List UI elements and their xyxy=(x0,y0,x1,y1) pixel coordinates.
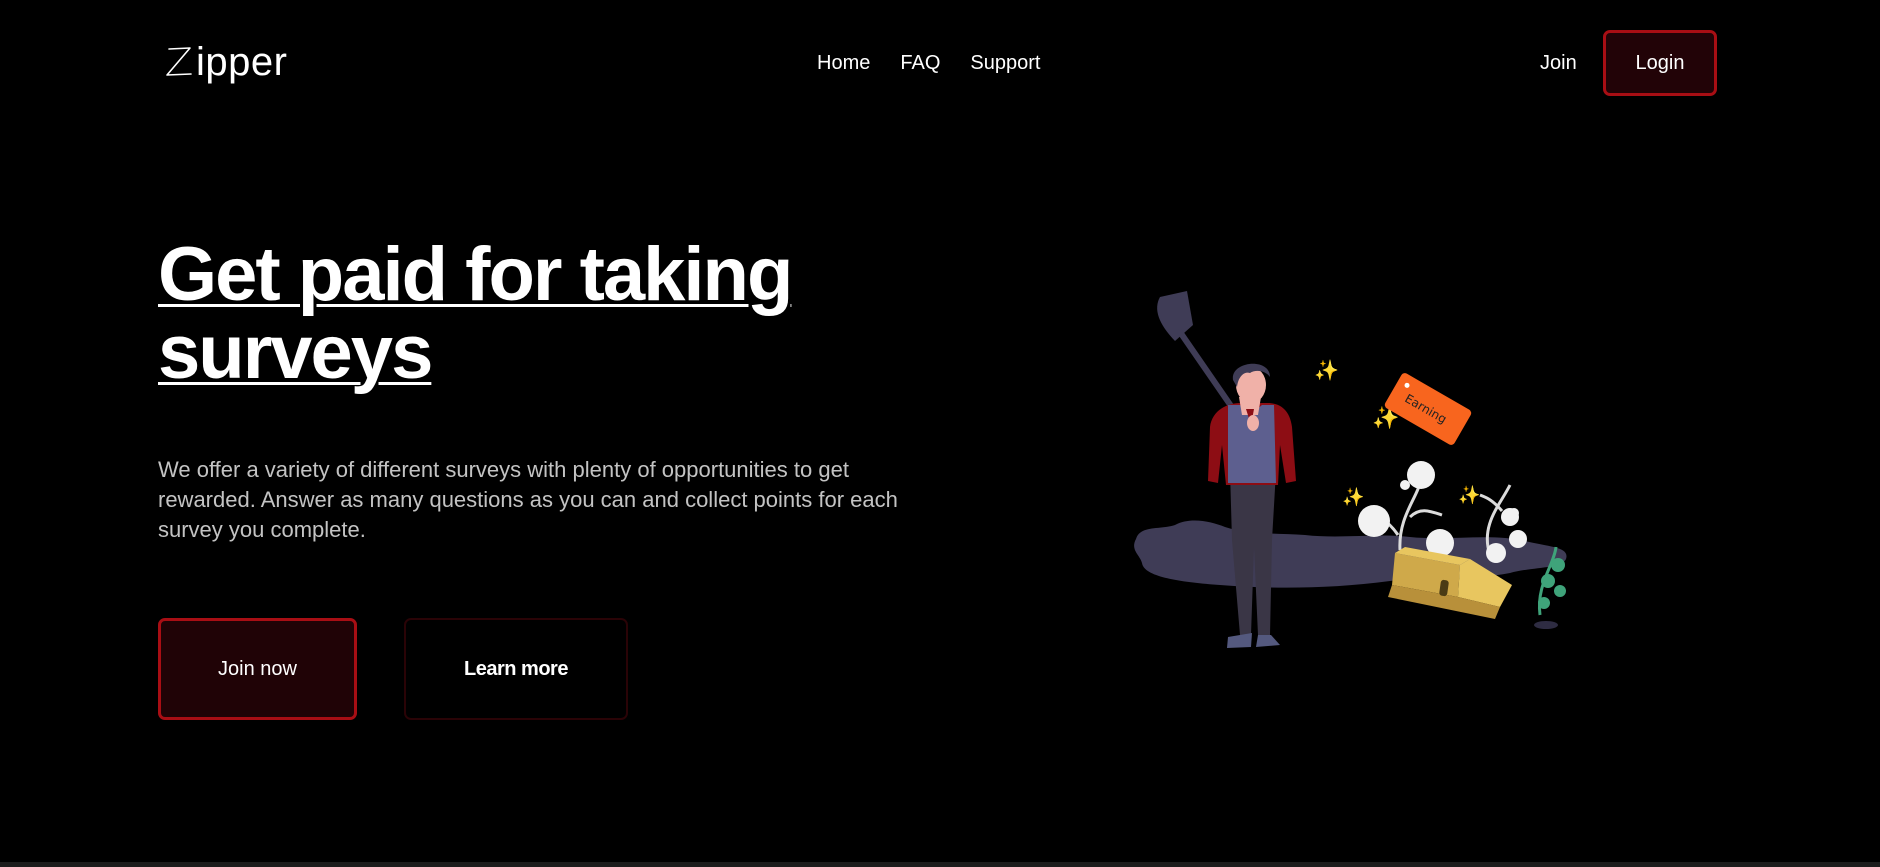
svg-text:✨: ✨ xyxy=(1458,485,1480,506)
nav-home[interactable]: Home xyxy=(817,52,870,75)
nav-support[interactable]: Support xyxy=(970,52,1040,75)
login-button[interactable]: Login xyxy=(1603,30,1717,96)
join-now-button[interactable]: Join now xyxy=(158,618,357,720)
bottom-divider xyxy=(0,862,1880,867)
nav-faq[interactable]: FAQ xyxy=(900,52,940,75)
join-link[interactable]: Join xyxy=(1540,52,1577,75)
hero-description: We offer a variety of different surveys … xyxy=(158,457,898,542)
logo-text: ipper xyxy=(196,40,288,84)
hero-title: Get paid for taking surveys xyxy=(158,232,793,395)
earning-tag: Earning xyxy=(1384,373,1472,445)
learn-more-button[interactable]: Learn more xyxy=(404,618,628,720)
logo[interactable]: ipper xyxy=(163,42,287,82)
person-figure xyxy=(1208,363,1296,648)
svg-text:✨: ✨ xyxy=(1342,487,1364,508)
main-nav: Home FAQ Support xyxy=(817,52,1040,75)
logo-z-mark xyxy=(166,47,192,76)
hero-illustration: ✨ ✨ ✨ ✨ Earning xyxy=(1134,291,1567,648)
svg-text:✨: ✨ xyxy=(1314,358,1339,382)
